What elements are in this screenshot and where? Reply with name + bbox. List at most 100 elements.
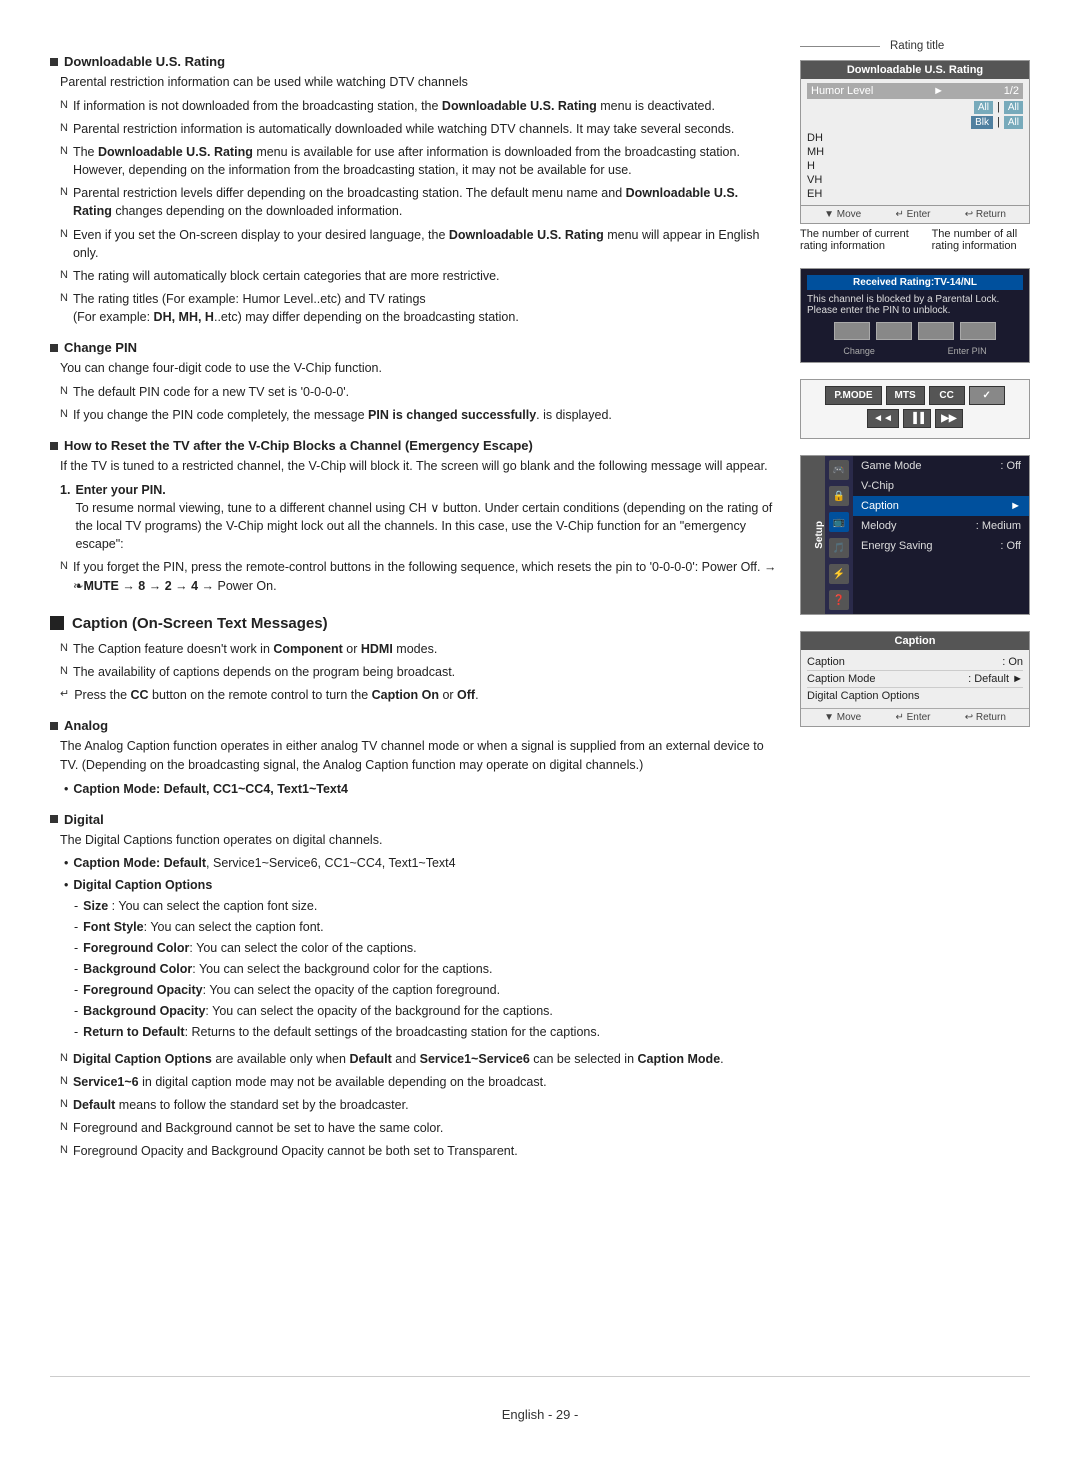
rating-row-mh: MH (807, 145, 1023, 159)
note-icon: N (60, 291, 68, 307)
pin-box-3 (918, 322, 954, 340)
note-text: Foreground and Background cannot be set … (73, 1119, 780, 1137)
blocked-enter-pin: Enter PIN (948, 346, 987, 356)
rating-title-line (800, 46, 880, 47)
digital-bullets: Caption Mode: Default, Service1~Service6… (64, 854, 780, 893)
section-body: Parental restriction information can be … (60, 73, 780, 92)
section-body: If the TV is tuned to a restricted chann… (60, 457, 780, 476)
caption-panel-footer: ▼ Move ↵ Enter ↩ Return (801, 708, 1029, 726)
caption-panel-row-caption: Caption : On (807, 654, 1023, 671)
bullet-text: Digital Caption Options (73, 876, 212, 894)
setup-menu-value-gamemode: : Off (1000, 460, 1021, 472)
left-column: Downloadable U.S. Rating Parental restri… (50, 40, 780, 1165)
dash-text: Foreground Color: You can select the col… (83, 939, 416, 957)
note-icon: N (60, 1097, 68, 1113)
badge-row2: Blk | All (807, 116, 1023, 129)
badge-separator2: | (997, 116, 1000, 129)
blocked-channel-panel: Received Rating:TV-14/NL This channel is… (800, 268, 1030, 363)
dash-item: Foreground Color: You can select the col… (74, 939, 780, 957)
note-icon: N (60, 1120, 68, 1136)
note-icon: N (60, 559, 68, 575)
nav-enter: ↵ Enter (895, 209, 930, 220)
setup-sidebar-label: Setup (814, 521, 825, 549)
setup-icon-gamemode: 🎮 (829, 460, 849, 480)
num-list-emergency: 1. Enter your PIN. To resume normal view… (60, 481, 780, 554)
note-item: N If you forget the PIN, press the remot… (60, 558, 780, 594)
note-list-emergency: N If you forget the PIN, press the remot… (60, 558, 780, 594)
dash-text: Background Opacity: You can select the o… (83, 1002, 553, 1020)
setup-menu-label-gamemode: Game Mode (861, 460, 922, 472)
setup-panel: Setup 🎮 🔒 📺 🎵 ⚡ ❓ Game Mode : Off (800, 455, 1030, 615)
digital-options-label: Digital Caption Options (807, 690, 920, 702)
caption-section-header: Caption (On-Screen Text Messages) (50, 615, 780, 632)
caption-panel: Caption Caption : On Caption Mode : Defa… (800, 631, 1030, 727)
badge-separator: | (997, 101, 1000, 114)
digital-dash-list: Size : You can select the caption font s… (74, 897, 780, 1042)
pin-box-4 (960, 322, 996, 340)
blocked-body: This channel is blocked by a Parental Lo… (807, 294, 1023, 316)
setup-icon-melody: 🎵 (829, 538, 849, 558)
bullet-text: Caption Mode: Default, CC1~CC4, Text1~Te… (73, 780, 348, 798)
bullet-item: Caption Mode: Default, CC1~CC4, Text1~Te… (64, 780, 780, 798)
note-icon: N (60, 407, 68, 423)
note-text: If you change the PIN code completely, t… (73, 406, 780, 424)
setup-icon-vchip: 🔒 (829, 486, 849, 506)
note-icon: N (60, 121, 68, 137)
rating-row-h: H (807, 159, 1023, 173)
note-item: N Foreground Opacity and Background Opac… (60, 1142, 780, 1160)
remote-btn-check[interactable]: ✓ (969, 386, 1005, 405)
note-item: N The default PIN code for a new TV set … (60, 383, 780, 401)
caption-panel-title: Caption (801, 632, 1029, 650)
setup-menu-arrow-caption: ► (1010, 500, 1021, 512)
dash-item: Foreground Opacity: You can select the o… (74, 981, 780, 999)
rating-title-section: Rating title Downloadable U.S. Rating Hu… (800, 40, 1030, 252)
setup-menu-value-energysaving: : Off (1000, 540, 1021, 552)
note-icon: N (60, 1074, 68, 1090)
setup-menu-label-melody: Melody (861, 520, 896, 532)
remote-btn-ff[interactable]: ▶▶ (935, 409, 963, 428)
rating-row-vh: VH (807, 173, 1023, 187)
note-text: Digital Caption Options are available on… (73, 1050, 780, 1068)
note-item: N Even if you set the On-screen display … (60, 226, 780, 262)
remote-row-2: ◄◄ ▐▐ ▶▶ (807, 409, 1023, 428)
note-item: N Default means to follow the standard s… (60, 1096, 780, 1114)
section-downloadable-rating: Downloadable U.S. Rating (50, 54, 780, 69)
caption-row-label: Caption (807, 656, 845, 668)
note-icon: N (60, 227, 68, 243)
dash-text: Foreground Opacity: You can select the o… (83, 981, 500, 999)
section-body: The Digital Captions function operates o… (60, 831, 780, 850)
remote-btn-pause[interactable]: ▐▐ (903, 409, 931, 428)
caption-mode-value: : Default ► (968, 673, 1023, 685)
remote-panel: P.MODE MTS CC ✓ ◄◄ ▐▐ ▶▶ (800, 379, 1030, 439)
note-item: N If information is not downloaded from … (60, 97, 780, 115)
section-emergency: How to Reset the TV after the V-Chip Blo… (50, 438, 780, 453)
rating-ui-panel: Downloadable U.S. Rating Humor Level ► 1… (800, 60, 1030, 224)
page-footer: English - 29 - (50, 1376, 1030, 1422)
note-item: N If you change the PIN code completely,… (60, 406, 780, 424)
remote-btn-pmode[interactable]: P.MODE (825, 386, 881, 405)
note-text: Press the CC button on the remote contro… (74, 686, 780, 704)
note-text: The availability of captions depends on … (73, 663, 780, 681)
caption-panel-row-mode: Caption Mode : Default ► (807, 671, 1023, 688)
remote-btn-cc[interactable]: CC (929, 386, 965, 405)
bullet-item: Digital Caption Options (64, 876, 780, 894)
remote-btn-mts[interactable]: MTS (886, 386, 925, 405)
setup-menu-row-melody: Melody : Medium (853, 516, 1029, 536)
remote-btn-rewind[interactable]: ◄◄ (867, 409, 899, 428)
dash-text: Font Style: You can select the caption f… (83, 918, 323, 936)
setup-sidebar: Setup (801, 456, 825, 614)
note-icon: N (60, 98, 68, 114)
setup-menu: Game Mode : Off V-Chip Caption ► Melody … (853, 456, 1029, 614)
setup-menu-row-caption[interactable]: Caption ► (853, 496, 1029, 516)
setup-icon-extra: ❓ (829, 590, 849, 610)
setup-menu-row-energysaving: Energy Saving : Off (853, 536, 1029, 556)
note-text: If you forget the PIN, press the remote-… (73, 558, 780, 594)
blocked-title: Received Rating:TV-14/NL (807, 275, 1023, 290)
note-icon: N (60, 641, 68, 657)
pin-box-1 (834, 322, 870, 340)
footer-page-num: - 29 - (548, 1407, 578, 1422)
analog-bullets: Caption Mode: Default, CC1~CC4, Text1~Te… (64, 780, 780, 798)
checkbox-icon (50, 616, 64, 630)
section-bullet (50, 722, 58, 730)
note-item: N Digital Caption Options are available … (60, 1050, 780, 1068)
